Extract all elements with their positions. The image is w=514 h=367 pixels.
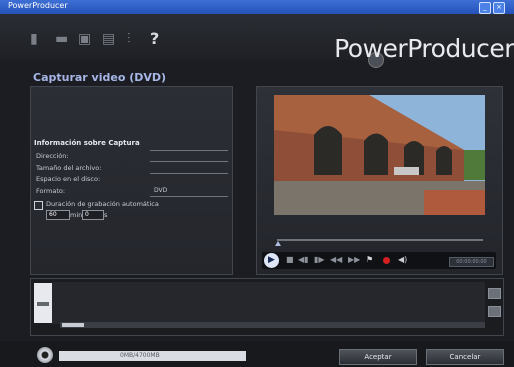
seconds-unit: s	[104, 211, 108, 219]
brand-name: PowerProducer	[334, 34, 514, 63]
toolbar: ▮ ▬ ▣ ▤ ⫶ ? PowerProducer	[0, 14, 514, 68]
title-bar: PowerProducer _ ×	[0, 0, 514, 14]
save-icon[interactable]: ▣	[78, 31, 91, 47]
page-title: Capturar video (DVD)	[33, 71, 167, 84]
direction-label: Dirección:	[36, 152, 69, 160]
disk-space-label: Espacio en el disco:	[36, 175, 101, 183]
timeline-track	[52, 282, 485, 324]
video-preview	[274, 95, 485, 215]
seek-handle[interactable]	[275, 241, 281, 246]
file-size-label: Tamaño del archivo:	[36, 164, 102, 172]
video-frame-image	[274, 95, 485, 215]
volume-icon[interactable]: ◀)	[398, 255, 407, 264]
disk-space-value	[150, 173, 228, 174]
rewind-icon[interactable]: ◀◀	[330, 255, 342, 265]
help-icon[interactable]: ?	[150, 31, 159, 47]
timeline-up-icon[interactable]	[488, 288, 501, 299]
stop-icon[interactable]: ■	[286, 255, 294, 265]
snapshot-icon[interactable]: ⚑	[366, 255, 373, 265]
next-frame-icon[interactable]: ▮▶	[314, 255, 325, 265]
format-underline	[150, 196, 228, 197]
timecode-display: 00:00:00:00	[449, 257, 494, 267]
timeline-down-icon[interactable]	[488, 306, 501, 317]
auto-stop-label: Duración de grabación automática	[46, 200, 159, 208]
open-folder-icon[interactable]: ▬	[55, 31, 68, 47]
seconds-input[interactable]: 0	[82, 210, 104, 220]
fast-forward-icon[interactable]: ▶▶	[348, 255, 360, 265]
accept-button[interactable]: Aceptar	[339, 349, 417, 365]
cancel-button[interactable]: Cancelar	[426, 349, 504, 365]
disc-icon	[37, 347, 53, 363]
play-icon[interactable]: ▶	[264, 253, 279, 268]
disc-capacity-text: 0MB/4700MB	[120, 352, 160, 359]
timeline-clip[interactable]	[34, 283, 52, 323]
timeline-scroll-thumb[interactable]	[62, 323, 84, 327]
app-window: PowerProducer _ × ▮ ▬ ▣ ▤ ⫶ ? PowerProdu…	[0, 0, 514, 367]
auto-stop-checkbox[interactable]	[34, 201, 43, 210]
settings-icon[interactable]: ⫶	[127, 31, 131, 47]
minutes-unit: min	[70, 211, 83, 219]
timeline-scrollbar[interactable]	[60, 322, 485, 328]
minimize-button[interactable]: _	[479, 2, 491, 14]
seek-bar[interactable]	[277, 239, 483, 241]
capture-info-title: Información sobre Captura	[34, 139, 140, 147]
format-label: Formato:	[36, 187, 66, 195]
new-project-icon[interactable]: ▮	[30, 31, 38, 47]
direction-value	[150, 150, 228, 151]
record-icon[interactable]	[383, 257, 390, 264]
close-button[interactable]: ×	[493, 2, 505, 14]
format-value: DVD	[154, 187, 168, 194]
burn-disc-icon[interactable]: ▤	[102, 31, 115, 47]
minutes-input[interactable]: 60	[46, 210, 70, 220]
file-size-value	[150, 161, 228, 162]
window-title: PowerProducer	[8, 1, 68, 10]
previous-frame-icon[interactable]: ◀▮	[298, 255, 309, 265]
